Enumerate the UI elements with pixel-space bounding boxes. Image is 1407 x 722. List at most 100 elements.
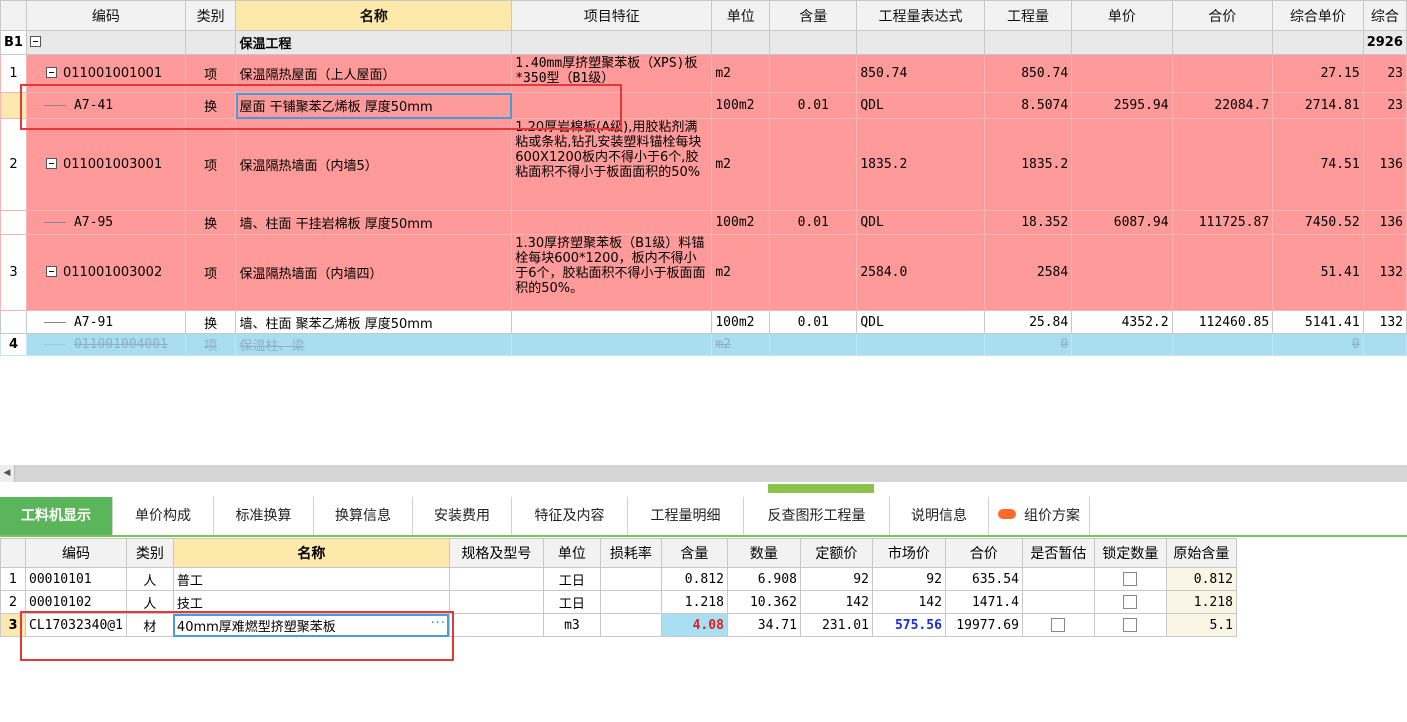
unit-comp-cell[interactable]: 74.51 [1272, 118, 1364, 211]
market-price-cell[interactable]: 575.56 [871, 613, 946, 637]
unit-cell[interactable]: m2 [711, 333, 771, 356]
unit-cell[interactable]: 100m2 [711, 92, 771, 119]
type-cell[interactable]: 项 [184, 234, 237, 311]
code-cell[interactable]: 00010102 [25, 590, 127, 614]
name-cell[interactable]: 墙、柱面 聚苯乙烯板 厚度50mm [235, 310, 513, 334]
unit-cell[interactable]: m3 [542, 613, 601, 637]
unit-comp-cell[interactable]: 7450.52 [1272, 210, 1364, 235]
comp-cell[interactable] [1362, 333, 1407, 356]
header-type[interactable]: 类别 [125, 538, 174, 568]
market-price-cell[interactable]: 92 [871, 567, 946, 591]
feature-cell[interactable]: 1.40mm厚挤塑聚苯板（XPS)板*350型（B1级） [511, 54, 713, 93]
lock-qty-checkbox[interactable] [1123, 618, 1138, 632]
content-cell[interactable]: 4.08 [660, 613, 728, 637]
comp-cell[interactable]: 23 [1362, 54, 1407, 93]
unit-cell[interactable]: 工日 [542, 590, 601, 614]
table-row[interactable]: 1 011001001001 项 保温隔热屋面（上人屋面） 1.40mm厚挤塑聚… [0, 54, 1407, 93]
qty-cell[interactable]: 8.5074 [983, 92, 1073, 119]
expr-cell[interactable]: QDL [856, 92, 985, 119]
expr-cell[interactable]: QDL [856, 310, 985, 334]
code-cell[interactable]: 011001003002 [25, 234, 186, 311]
header-type[interactable]: 类别 [184, 0, 237, 31]
type-cell[interactable]: 人 [125, 567, 174, 591]
lock-qty-checkbox[interactable] [1123, 595, 1138, 609]
qty-cell[interactable]: 6.908 [726, 567, 801, 591]
table-row-disabled[interactable]: 4 011001004001 项 保温柱、梁 m2 0 0 [0, 333, 1407, 356]
code-cell[interactable]: A7-95 [25, 210, 186, 235]
total-cell[interactable]: 112460.85 [1171, 310, 1274, 334]
tab-pricing-plan[interactable]: 组价方案 [989, 497, 1090, 535]
header-name[interactable]: 名称 [172, 538, 450, 568]
header-lock-qty[interactable]: 锁定数量 [1093, 538, 1167, 568]
content-cell[interactable]: 0.01 [769, 310, 858, 334]
header-orig-content[interactable]: 原始含量 [1165, 538, 1237, 568]
code-cell[interactable]: A7-91 [25, 310, 186, 334]
section-row[interactable]: B1 保温工程 2926 [0, 30, 1407, 55]
content-cell[interactable] [769, 54, 858, 93]
feature-cell[interactable] [511, 333, 713, 356]
header-expr[interactable]: 工程量表达式 [856, 0, 985, 31]
header-comp[interactable]: 综合 [1362, 0, 1407, 31]
base-price-cell[interactable]: 92 [799, 567, 873, 591]
total-cell[interactable]: 111725.87 [1171, 210, 1274, 235]
header-unit[interactable]: 单位 [542, 538, 601, 568]
name-cell[interactable]: 技工 [172, 590, 450, 614]
expr-cell[interactable] [856, 333, 985, 356]
total-cell[interactable] [1171, 333, 1274, 356]
estimate-checkbox[interactable] [1051, 618, 1066, 632]
qty-cell[interactable]: 25.84 [983, 310, 1073, 334]
spec-cell[interactable] [448, 590, 544, 614]
header-content[interactable]: 含量 [660, 538, 728, 568]
scroll-left-icon[interactable]: ◀ [0, 465, 15, 482]
code-cell[interactable]: CL17032340@1 [25, 613, 127, 637]
comp-cell[interactable]: 132 [1362, 310, 1407, 334]
header-estimate[interactable]: 是否暂估 [1021, 538, 1095, 568]
type-cell[interactable]: 项 [184, 54, 237, 93]
name-cell[interactable]: 保温隔热墙面（内墙四） [235, 234, 513, 311]
header-unit[interactable]: 单位 [711, 0, 771, 31]
content-cell[interactable] [769, 333, 858, 356]
header-total[interactable]: 合价 [944, 538, 1023, 568]
spec-cell[interactable] [448, 613, 544, 637]
qty-cell[interactable]: 18.352 [983, 210, 1073, 235]
price-cell[interactable] [1071, 118, 1173, 211]
qty-cell[interactable]: 10.362 [726, 590, 801, 614]
section-expander-cell[interactable] [25, 30, 186, 55]
total-cell[interactable] [1171, 54, 1274, 93]
name-cell[interactable]: 保温柱、梁 [235, 333, 513, 356]
header-price[interactable]: 单价 [1071, 0, 1173, 31]
content-cell[interactable]: 1.218 [660, 590, 728, 614]
header-market-price[interactable]: 市场价 [871, 538, 946, 568]
type-cell[interactable]: 换 [184, 210, 237, 235]
header-base-price[interactable]: 定额价 [799, 538, 873, 568]
comp-cell[interactable]: 136 [1362, 118, 1407, 211]
expr-cell[interactable]: 850.74 [856, 54, 985, 93]
comp-cell[interactable]: 23 [1362, 92, 1407, 119]
qty-cell[interactable]: 1835.2 [983, 118, 1073, 211]
unit-comp-cell[interactable]: 0 [1272, 333, 1364, 356]
tab-unit-price[interactable]: 单价构成 [113, 497, 214, 535]
collapse-icon[interactable] [45, 266, 57, 277]
unit-comp-cell[interactable]: 2714.81 [1272, 92, 1364, 119]
collapse-icon[interactable] [29, 36, 41, 47]
content-cell[interactable]: 0.01 [769, 210, 858, 235]
name-cell[interactable]: 保温隔热屋面（上人屋面） [235, 54, 513, 93]
unit-comp-cell[interactable]: 27.15 [1272, 54, 1364, 93]
loss-cell[interactable] [599, 613, 662, 637]
table-row-selected[interactable]: 3 CL17032340@1 材 40mm厚难燃型挤塑聚苯板 ··· m3 4.0… [0, 613, 1237, 637]
content-cell[interactable]: 0.01 [769, 92, 858, 119]
feature-cell[interactable] [511, 210, 713, 235]
feature-cell[interactable] [511, 310, 713, 334]
unit-comp-cell[interactable]: 51.41 [1272, 234, 1364, 311]
price-cell[interactable] [1071, 333, 1173, 356]
market-price-cell[interactable]: 142 [871, 590, 946, 614]
tab-quantity-detail[interactable]: 工程量明细 [628, 497, 744, 535]
table-row[interactable]: A7-91 换 墙、柱面 聚苯乙烯板 厚度50mm 100m2 0.01 QDL… [0, 310, 1407, 334]
content-cell[interactable] [769, 118, 858, 211]
expr-cell[interactable]: QDL [856, 210, 985, 235]
type-cell[interactable]: 人 [125, 590, 174, 614]
header-spec[interactable]: 规格及型号 [448, 538, 544, 568]
header-loss[interactable]: 损耗率 [599, 538, 662, 568]
table-row[interactable]: 1 00010101 人 普工 工日 0.812 6.908 92 92 635… [0, 567, 1237, 591]
tab-standard-conversion[interactable]: 标准换算 [214, 497, 314, 535]
